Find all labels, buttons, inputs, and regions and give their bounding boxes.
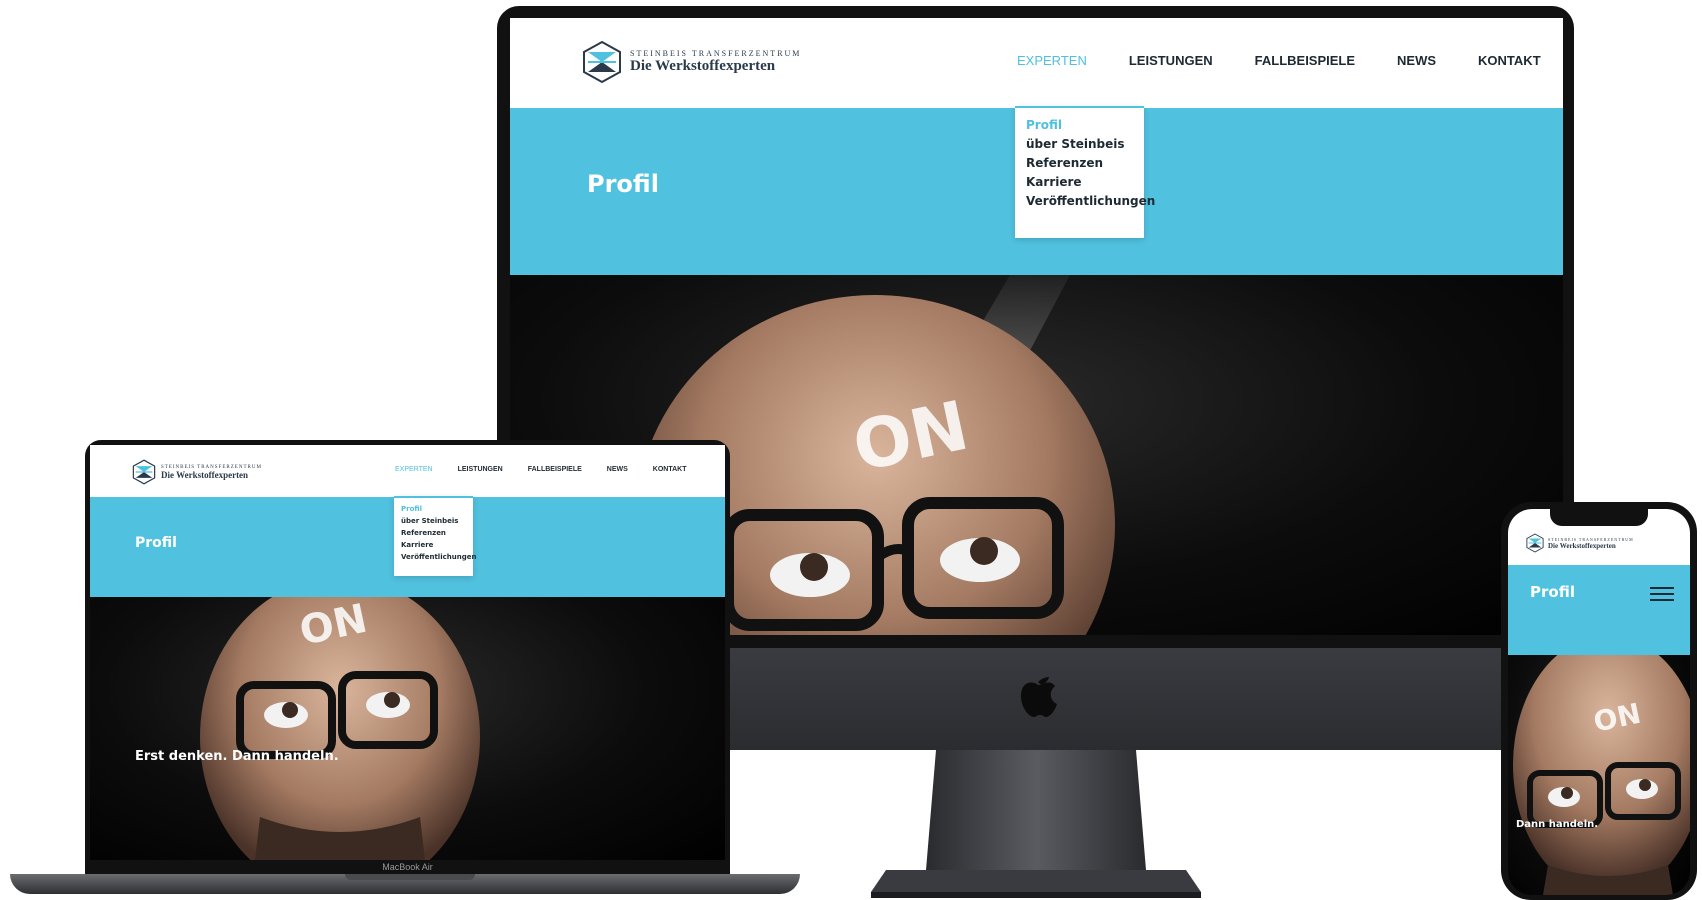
- iphone-screen: Steinbeis Transferzentrum Die Werkstoffe…: [1508, 509, 1690, 895]
- hero-tagline: Erst denken. Dann handeln.: [135, 749, 339, 764]
- logo-subtitle: Steinbeis Transferzentrum: [630, 49, 802, 58]
- dropdown-item-karriere[interactable]: Karriere: [1026, 173, 1133, 192]
- experten-dropdown: Profil über Steinbeis Referenzen Karrier…: [394, 496, 476, 576]
- imac-stand: [871, 750, 1201, 898]
- page-title: Profil: [587, 170, 659, 198]
- nav-item-kontakt[interactable]: Kontakt: [653, 466, 687, 473]
- dropdown-item-profil[interactable]: Profil: [1026, 116, 1133, 135]
- nav-item-fallbeispiele[interactable]: Fallbeispiele: [1255, 53, 1355, 68]
- site-logo[interactable]: Steinbeis Transferzentrum Die Werkstoffe…: [1526, 533, 1634, 553]
- logo-title: Die Werkstoffexperten: [630, 58, 776, 74]
- main-nav: Experten Leistungen Fallbeispiele News K…: [395, 466, 687, 473]
- logo-title: Die Werkstoffexperten: [1548, 541, 1616, 550]
- hero-band: Profil: [1508, 565, 1690, 655]
- macbook-label: MacBook Air: [382, 862, 433, 872]
- site-header: Steinbeis Transferzentrum Die Werkstoffe…: [90, 445, 725, 497]
- iphone-notch: [1550, 508, 1648, 526]
- nav-item-leistungen[interactable]: Leistungen: [458, 466, 503, 473]
- main-nav: Experten Leistungen Fallbeispiele News K…: [1017, 53, 1541, 68]
- steinbeis-logo-icon: [583, 40, 621, 84]
- dropdown-item-ueber-steinbeis[interactable]: über Steinbeis: [1026, 135, 1133, 154]
- site-logo[interactable]: Steinbeis Transferzentrum Die Werkstoffe…: [582, 40, 801, 84]
- hamburger-menu-icon[interactable]: [1650, 587, 1674, 601]
- macbook-screen: Steinbeis Transferzentrum Die Werkstoffe…: [90, 445, 725, 860]
- hero-photo: ON Dann handeln.: [1508, 655, 1690, 895]
- steinbeis-logo-icon: [1526, 533, 1544, 553]
- bald-man-glasses-image: ON: [1513, 655, 1690, 895]
- site-header: Steinbeis Transferzentrum Die Werkstoffe…: [510, 18, 1563, 108]
- nav-item-news[interactable]: News: [607, 466, 628, 473]
- hero-photo: ON Erst denken. Dann handeln.: [90, 597, 725, 860]
- site-logo[interactable]: Steinbeis Transferzentrum Die Werkstoffe…: [132, 459, 262, 485]
- dropdown-item-referenzen[interactable]: Referenzen: [1026, 154, 1133, 173]
- steinbeis-logo-icon: [132, 459, 156, 485]
- nav-item-experten[interactable]: Experten: [395, 466, 433, 473]
- dropdown-item-referenzen[interactable]: Referenzen: [401, 527, 466, 539]
- dropdown-item-karriere[interactable]: Karriere: [401, 539, 466, 551]
- page-title: Profil: [1530, 583, 1575, 601]
- experten-dropdown: Profil über Steinbeis Referenzen Karrier…: [1015, 106, 1155, 238]
- dropdown-item-profil[interactable]: Profil: [401, 503, 466, 515]
- dropdown-item-veroeffentlichungen[interactable]: Veröffentlichungen: [1026, 192, 1155, 211]
- bald-man-glasses-image: ON: [200, 597, 480, 860]
- dropdown-item-ueber-steinbeis[interactable]: über Steinbeis: [401, 515, 466, 527]
- hero-tagline: Dann handeln.: [1516, 819, 1599, 830]
- page-title: Profil: [135, 535, 177, 551]
- nav-item-news[interactable]: News: [1397, 53, 1436, 68]
- macbook-hinge-notch: [345, 874, 475, 880]
- dropdown-item-veroeffentlichungen[interactable]: Veröffentlichungen: [401, 551, 476, 563]
- nav-item-experten[interactable]: Experten: [1017, 53, 1087, 68]
- nav-item-fallbeispiele[interactable]: Fallbeispiele: [528, 466, 582, 473]
- nav-item-kontakt[interactable]: Kontakt: [1478, 53, 1541, 68]
- logo-title: Die Werkstoffexperten: [161, 469, 249, 480]
- nav-item-leistungen[interactable]: Leistungen: [1129, 53, 1213, 68]
- apple-logo-icon: [1021, 677, 1057, 717]
